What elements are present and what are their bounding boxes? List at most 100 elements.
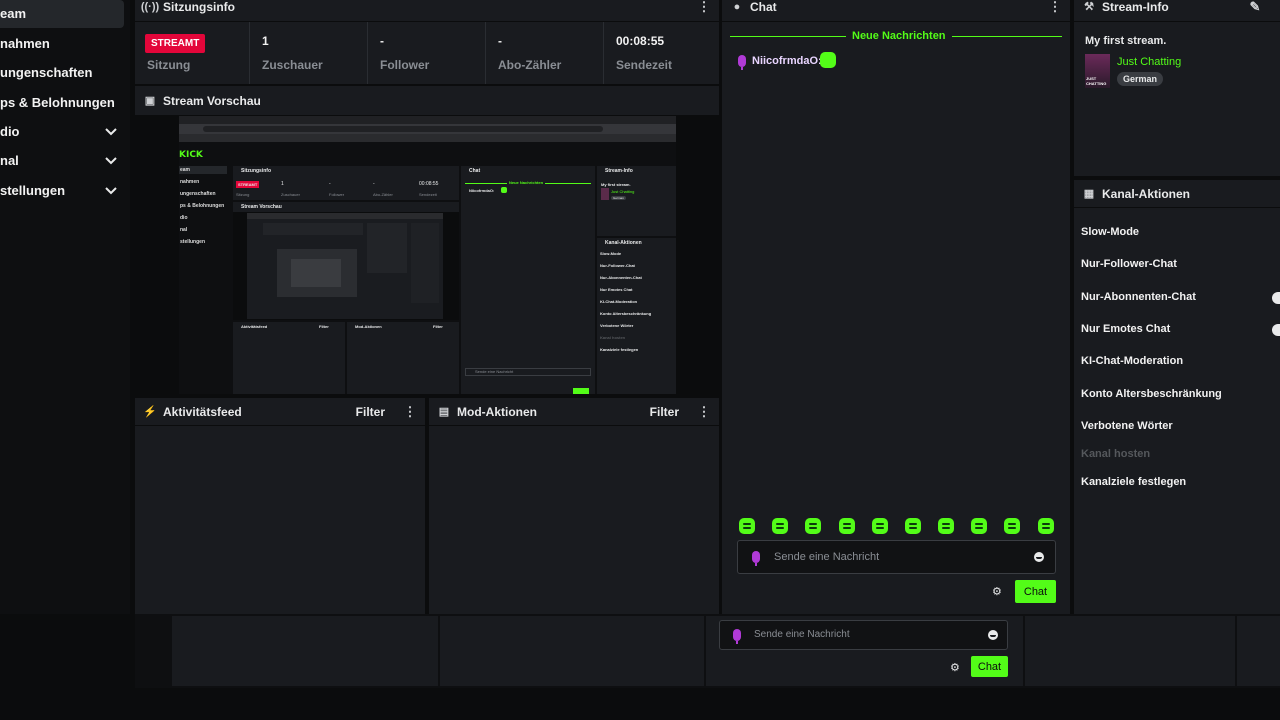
bottom-chat-input[interactable]: Sende eine Nachricht [719, 620, 1008, 650]
emotes-only-toggle[interactable] [1272, 324, 1280, 336]
emote-icon[interactable] [938, 518, 954, 534]
emote-icon[interactable] [839, 518, 855, 534]
chat-input-placeholder: Sende eine Nachricht [754, 629, 850, 640]
emote-icon[interactable] [971, 518, 987, 534]
action-ai-moderation[interactable]: KI-Chat-Moderation [1081, 355, 1183, 367]
sidebar-item-settings[interactable]: stellungen [0, 183, 65, 198]
chevron-down-icon[interactable] [104, 183, 118, 197]
panel-title: Stream Vorschau [163, 93, 261, 108]
new-messages-label: Neue Nachrichten [846, 30, 952, 42]
emote-icon[interactable] [1004, 518, 1020, 534]
inner-preview-panel: Stream Vorschau [233, 202, 459, 320]
preview-icon: ▣ [144, 95, 156, 107]
kebab-menu-icon[interactable]: ⋮ [697, 0, 711, 13]
emote-icon [820, 52, 836, 68]
stream-info-panel: ⚒ Stream-Info ✎ My first stream. JUST CH… [1074, 0, 1280, 176]
action-subscriber-only[interactable]: Nur-Abonnenten-Chat [1081, 291, 1196, 303]
gear-icon[interactable]: ⚙ [992, 585, 1002, 598]
inner-action: Nur-Abonnenten-Chat [600, 275, 642, 280]
emote-icon[interactable] [905, 518, 921, 534]
filter-button[interactable]: Filter [650, 405, 679, 419]
inner-stat-label: Sendezeit [419, 192, 437, 197]
chat-input[interactable]: Sende eine Nachricht [737, 540, 1056, 574]
kebab-menu-icon[interactable]: ⋮ [1048, 0, 1062, 13]
action-emotes-only[interactable]: Nur Emotes Chat [1081, 323, 1170, 335]
stream-preview-video[interactable]: KICK eam nahmen ungenschaften ps & Beloh… [179, 116, 676, 394]
inner-action: Konto Altersbeschränkung [600, 311, 652, 316]
inner-panel-title: Stream Vorschau [241, 204, 282, 210]
stat-label: Abo-Zähler [498, 58, 562, 72]
emoji-icon[interactable] [1034, 552, 1044, 562]
kebab-menu-icon[interactable]: ⋮ [697, 405, 711, 418]
inner-stat-label: Sitzung [236, 192, 250, 197]
bottom-panel [1237, 616, 1280, 686]
channel-icon: ▦ [1083, 188, 1095, 200]
inner-stat-value: - [329, 181, 331, 187]
bottom-panel [1025, 616, 1235, 686]
inner-filter: Filter [319, 324, 329, 329]
inner-filter: Filter [433, 324, 443, 329]
stat-label: Zuschauer [262, 58, 323, 72]
inner-stream-info: Stream-Info My first stream. Just Chatti… [597, 166, 676, 236]
inner-action: KI-Chat-Moderation [600, 299, 638, 304]
sidebar-item-studio[interactable]: dio [0, 124, 20, 139]
inner-sidebar-item: eam [180, 167, 191, 173]
chevron-down-icon[interactable] [104, 124, 118, 138]
sidebar-item-channel[interactable]: nal [0, 153, 19, 168]
action-follower-only[interactable]: Nur-Follower-Chat [1081, 258, 1177, 270]
emote-icon[interactable] [805, 518, 821, 534]
action-banned-words[interactable]: Verbotene Wörter [1081, 420, 1173, 432]
bottom-chat-send-button[interactable]: Chat [971, 656, 1008, 677]
panel-title: Kanal-Aktionen [1102, 186, 1191, 201]
inner-action: Nur-Follower-Chat [600, 263, 635, 268]
activity-feed-panel: ⚡ Aktivitätsfeed Filter ⋮ [135, 398, 425, 614]
emote-icon[interactable] [872, 518, 888, 534]
action-channel-goals[interactable]: Kanalziele festlegen [1081, 476, 1186, 488]
inner-panel-title: Kanal-Aktionen [605, 240, 642, 246]
inner-stat-value: 00:08:55 [419, 181, 439, 187]
panel-title: Stream-Info [1102, 0, 1169, 14]
action-host-channel: Kanal hosten [1081, 448, 1151, 460]
action-age-restriction[interactable]: Konto Altersbeschränkung [1081, 388, 1222, 400]
kebab-menu-icon[interactable]: ⋮ [403, 405, 417, 418]
inner-stat-value: 1 [281, 181, 284, 187]
sidebar-item-rewards[interactable]: ps & Belohnungen [0, 95, 115, 110]
mic-icon[interactable] [752, 551, 760, 566]
emote-icon[interactable] [772, 518, 788, 534]
inner-sidebar: eam nahmen ungenschaften ps & Belohnunge… [179, 166, 229, 366]
action-slow-mode[interactable]: Slow-Mode [1081, 226, 1139, 238]
mic-icon[interactable] [733, 629, 741, 644]
edit-pencil-icon[interactable]: ✎ [1248, 0, 1262, 13]
mod-actions-panel: ▤ Mod-Aktionen Filter ⋮ [429, 398, 719, 614]
inner-stat-label: Abo-Zähler [373, 192, 393, 197]
chat-send-button[interactable]: Chat [1015, 580, 1056, 603]
sidebar-item-properties[interactable]: ungenschaften [0, 65, 92, 80]
chevron-down-icon[interactable] [104, 153, 118, 167]
stat-value: 00:08:55 [616, 34, 665, 48]
emoji-icon[interactable] [988, 630, 998, 640]
subscriber-only-toggle[interactable] [1272, 292, 1280, 304]
category-link[interactable]: Just Chatting [1117, 56, 1181, 68]
inner-action: Verbotene Wörter [600, 323, 634, 328]
category-thumbnail[interactable]: JUST CHATTING [1085, 54, 1110, 88]
sidebar-item-recordings[interactable]: nahmen [0, 36, 50, 51]
inner-sidebar-item: stellungen [180, 239, 206, 245]
mic-icon [738, 55, 746, 70]
inner-sidebar-item: nahmen [180, 179, 200, 185]
broadcast-icon: ((·)) [140, 0, 160, 13]
emote-icon[interactable] [1038, 518, 1054, 534]
emote-icon[interactable] [739, 518, 755, 534]
inner-action: Nur Emotes Chat [600, 287, 633, 292]
inner-channel-actions: Kanal-Aktionen Slow-Mode Nur-Follower-Ch… [597, 238, 676, 394]
inner-panel-title: Stream-Info [605, 168, 633, 174]
inner-sidebar-item: ungenschaften [180, 191, 216, 197]
filter-button[interactable]: Filter [356, 405, 385, 419]
sidebar-item-stream[interactable]: eam [0, 6, 26, 21]
chat-username[interactable]: NiicofrmdaO: [752, 55, 822, 67]
stat-followers: - Follower [368, 22, 486, 84]
stream-title: My first stream. [1085, 35, 1167, 47]
inner-stat-label: Follower [329, 192, 345, 197]
inner-live-badge: STREAMT [236, 181, 260, 188]
gear-icon[interactable]: ⚙ [950, 661, 960, 674]
panel-title: Sitzungsinfo [163, 0, 235, 14]
